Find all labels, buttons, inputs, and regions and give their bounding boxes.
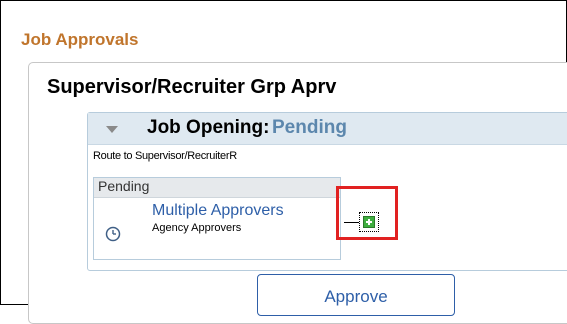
approval-group-title: Supervisor/Recruiter Grp Aprv xyxy=(47,76,337,98)
route-text: Route to Supervisor/RecruiterR xyxy=(93,150,237,162)
stage-label: Job Opening: xyxy=(147,117,270,138)
multiple-approvers-link[interactable]: Multiple Approvers xyxy=(152,202,284,220)
collapse-triangle-icon[interactable] xyxy=(106,126,118,133)
highlight-annotation xyxy=(336,186,398,240)
page-title: Job Approvals xyxy=(21,30,139,49)
approve-button[interactable]: Approve xyxy=(257,274,455,316)
approver-role-text: Agency Approvers xyxy=(152,222,242,234)
clock-icon xyxy=(105,226,121,242)
approval-path-status: Pending xyxy=(98,178,150,194)
stage-status: Pending xyxy=(272,117,347,138)
